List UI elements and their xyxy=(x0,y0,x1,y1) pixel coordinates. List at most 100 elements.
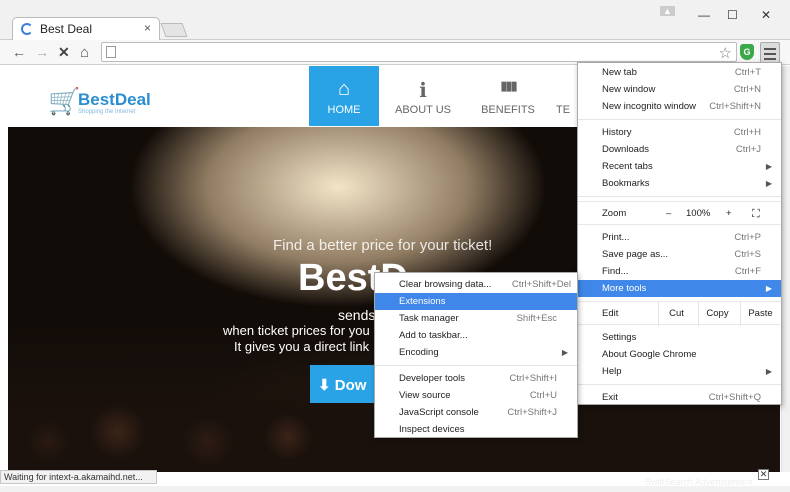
download-label: Dow xyxy=(334,377,367,394)
menu-shortcut: Ctrl+T xyxy=(734,67,761,78)
nav-home[interactable]: ⌂ HOME xyxy=(309,66,379,126)
menu-shortcut: Ctrl+N xyxy=(733,84,761,95)
logo-name: BestDeal xyxy=(78,90,151,109)
menu-item-encoding[interactable]: Encoding ▶ xyxy=(375,344,577,361)
submenu-arrow-icon: ▶ xyxy=(765,179,772,188)
ad-close-icon[interactable]: ✕ xyxy=(758,469,769,480)
bestdeal-logo[interactable]: 🛒 BestDeal Shopping the Internet xyxy=(48,80,151,120)
copy-button[interactable]: Copy xyxy=(698,302,736,326)
fullscreen-icon[interactable]: ⛶ xyxy=(752,202,760,226)
page-icon xyxy=(106,46,116,58)
chrome-menu-button[interactable] xyxy=(760,42,780,63)
menu-item-developer-tools[interactable]: Developer tools Ctrl+Shift+I xyxy=(375,370,577,387)
paste-button[interactable]: Paste xyxy=(740,302,780,326)
menu-item-add-to-taskbar[interactable]: Add to taskbar... xyxy=(375,327,577,344)
menu-item-about-chrome[interactable]: About Google Chrome xyxy=(578,346,781,363)
zoom-out-button[interactable]: – xyxy=(666,202,671,226)
submenu-arrow-icon: ▶ xyxy=(765,367,772,376)
submenu-arrow-icon: ▶ xyxy=(765,284,772,293)
menu-separator xyxy=(578,196,781,197)
nav-label: ABOUT US xyxy=(394,104,452,116)
menu-item-print[interactable]: Print... Ctrl+P xyxy=(578,229,781,246)
menu-item-label: More tools xyxy=(602,283,647,294)
address-bar[interactable]: ☆ xyxy=(101,42,737,62)
menu-shortcut: Ctrl+Shift+I xyxy=(509,373,557,384)
menu-edit-row: Edit Cut Copy Paste xyxy=(578,301,781,326)
menu-item-settings[interactable]: Settings xyxy=(578,329,781,346)
menu-item-label: Find... xyxy=(602,266,629,277)
download-button[interactable]: ⬇ Dow xyxy=(310,365,380,403)
menu-item-view-source[interactable]: View source Ctrl+U xyxy=(375,387,577,404)
bookmark-star-icon[interactable]: ☆ xyxy=(719,44,732,62)
menu-shortcut: Ctrl+Shift+Del xyxy=(511,279,571,290)
maximize-button[interactable]: ☐ xyxy=(727,8,738,22)
menu-item-task-manager[interactable]: Task manager Shift+Esc xyxy=(375,310,577,327)
menu-item-label: Developer tools xyxy=(399,373,466,384)
menu-item-more-tools[interactable]: More tools ▶ xyxy=(578,280,781,297)
menu-bar-icon xyxy=(764,53,776,55)
menu-item-new-tab[interactable]: New tab Ctrl+T xyxy=(578,64,781,81)
minimize-button[interactable]: — xyxy=(698,8,710,22)
submenu-arrow-icon: ▶ xyxy=(765,162,772,171)
menu-zoom-row: Zoom – 100% + ⛶ xyxy=(578,201,781,225)
menu-item-inspect-devices[interactable]: Inspect devices xyxy=(375,421,577,438)
menu-item-label: New tab xyxy=(602,67,637,78)
extension-shield-icon[interactable]: G xyxy=(740,44,754,60)
forward-icon[interactable]: → xyxy=(35,44,49,60)
browser-tab[interactable]: Best Deal × xyxy=(12,17,160,40)
nav-label: TE xyxy=(555,104,571,116)
menu-item-new-window[interactable]: New window Ctrl+N xyxy=(578,81,781,98)
zoom-label: Zoom xyxy=(602,208,627,219)
stop-icon[interactable]: ✕ xyxy=(58,44,70,61)
menu-item-exit[interactable]: Exit Ctrl+Shift+Q xyxy=(578,389,781,406)
menu-item-bookmarks[interactable]: Bookmarks ▶ xyxy=(578,175,781,192)
menu-item-find[interactable]: Find... Ctrl+F xyxy=(578,263,781,280)
menu-item-label: Encoding xyxy=(399,347,439,358)
more-tools-submenu: Clear browsing data... Ctrl+Shift+Del Ext… xyxy=(374,272,578,438)
menu-item-save-page[interactable]: Save page as... Ctrl+S xyxy=(578,246,781,263)
close-window-button[interactable]: ✕ xyxy=(761,8,771,22)
menu-item-label: History xyxy=(602,127,632,138)
submenu-arrow-icon: ▶ xyxy=(561,348,568,357)
menu-shortcut: Shift+Esc xyxy=(516,313,557,324)
menu-shortcut: Ctrl+U xyxy=(529,390,557,401)
menu-shortcut: Ctrl+Shift+Q xyxy=(708,392,761,403)
tab-close-icon[interactable]: × xyxy=(144,21,151,35)
zoom-in-button[interactable]: + xyxy=(726,202,732,226)
cut-button[interactable]: Cut xyxy=(658,302,694,326)
home-icon[interactable]: ⌂ xyxy=(80,44,89,61)
bar-chart-icon: ▮▮▮ xyxy=(500,78,517,93)
new-tab-button[interactable] xyxy=(160,23,188,37)
hero-text-line: It gives you a direct link xyxy=(234,339,370,354)
nav-te[interactable]: TE xyxy=(548,66,578,126)
menu-item-help[interactable]: Help ▶ xyxy=(578,363,781,380)
back-icon[interactable]: ← xyxy=(12,44,26,60)
menu-separator xyxy=(578,384,781,385)
download-icon: ⬇ xyxy=(318,377,335,394)
menu-item-label: Settings xyxy=(602,332,637,343)
status-bubble: Waiting for intext-a.akamaihd.net... xyxy=(0,470,157,484)
menu-item-history[interactable]: History Ctrl+H xyxy=(578,124,781,141)
menu-item-downloads[interactable]: Downloads Ctrl+J xyxy=(578,141,781,158)
menu-item-clear-browsing-data[interactable]: Clear browsing data... Ctrl+Shift+Del xyxy=(375,276,577,293)
menu-shortcut: Ctrl+H xyxy=(733,127,761,138)
menu-item-extensions[interactable]: Extensions xyxy=(375,293,577,310)
nav-about[interactable]: ℹ ABOUT US xyxy=(388,66,458,126)
hero-text-line: sends xyxy=(338,307,376,323)
nav-benefits[interactable]: ▮▮▮ BENEFITS xyxy=(473,66,543,126)
menu-item-label: New incognito window xyxy=(602,101,696,112)
menu-item-recent-tabs[interactable]: Recent tabs ▶ xyxy=(578,158,781,175)
menu-item-new-incognito-window[interactable]: New incognito window Ctrl+Shift+N xyxy=(578,98,781,115)
page-scrollbar[interactable] xyxy=(781,66,790,472)
menu-separator xyxy=(578,119,781,120)
user-profile-icon[interactable]: ▲ xyxy=(660,6,675,16)
menu-item-label: Inspect devices xyxy=(399,424,465,435)
window-bottom-border xyxy=(0,486,790,492)
menu-shortcut: Ctrl+Shift+J xyxy=(507,407,557,418)
nav-icon xyxy=(548,78,578,104)
menu-separator xyxy=(375,365,577,366)
menu-item-label: Recent tabs xyxy=(602,161,653,172)
menu-item-javascript-console[interactable]: JavaScript console Ctrl+Shift+J xyxy=(375,404,577,421)
menu-item-label: Extensions xyxy=(399,296,446,307)
hero-text-line: when ticket prices for you xyxy=(223,323,370,338)
